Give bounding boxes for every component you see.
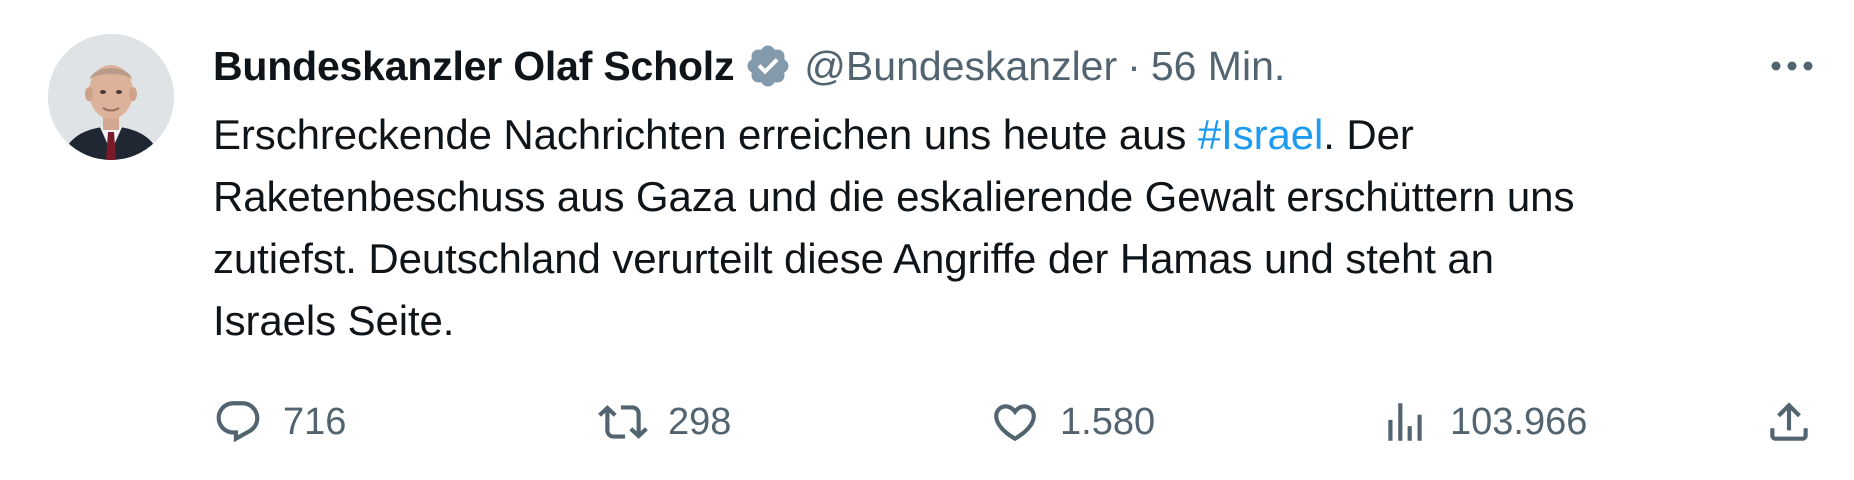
tweet-text-segment: . Der (1323, 111, 1414, 158)
views-chart-icon (1380, 397, 1430, 447)
views-count: 103.966 (1450, 400, 1588, 443)
tweet[interactable]: Bundeskanzler Olaf Scholz @Bundeskanzler… (0, 0, 1854, 480)
more-horizontal-icon (1771, 61, 1813, 71)
avatar-image (48, 34, 174, 160)
views-button[interactable]: 103.966 (1380, 392, 1587, 452)
tweet-actions: 716 298 1.580 103.966 (0, 392, 1854, 452)
share-button[interactable] (1764, 392, 1834, 452)
tweet-text-line: Erschreckende Nachrichten erreichen uns … (213, 104, 1823, 166)
heart-icon (990, 397, 1040, 447)
author-handle[interactable]: @Bundeskanzler (804, 43, 1117, 90)
reply-icon (213, 397, 263, 447)
like-button[interactable]: 1.580 (990, 392, 1155, 452)
reply-count: 716 (283, 400, 347, 443)
verified-badge-icon[interactable] (744, 42, 792, 90)
tweet-timestamp[interactable]: 56 Min. (1151, 43, 1285, 90)
retweet-button[interactable]: 298 (598, 392, 731, 452)
more-options-button[interactable] (1764, 46, 1820, 86)
tweet-text-segment: Erschreckende Nachrichten erreichen uns … (213, 111, 1198, 158)
retweet-count: 298 (668, 400, 732, 443)
tweet-header: Bundeskanzler Olaf Scholz @Bundeskanzler… (213, 38, 1285, 94)
retweet-icon (598, 397, 648, 447)
author-display-name[interactable]: Bundeskanzler Olaf Scholz (213, 43, 734, 90)
tweet-text-line: Israels Seite. (213, 297, 455, 344)
tweet-text-line: zutiefst. Deutschland verurteilt diese A… (213, 235, 1494, 282)
hashtag-link[interactable]: #Israel (1198, 111, 1323, 158)
reply-button[interactable]: 716 (213, 392, 346, 452)
like-count: 1.580 (1060, 400, 1156, 443)
avatar[interactable] (48, 34, 174, 160)
header-separator: · (1127, 42, 1141, 89)
tweet-text: Erschreckende Nachrichten erreichen uns … (213, 104, 1823, 352)
tweet-text-line: Raketenbeschuss aus Gaza und die eskalie… (213, 173, 1575, 220)
share-icon (1764, 397, 1814, 447)
